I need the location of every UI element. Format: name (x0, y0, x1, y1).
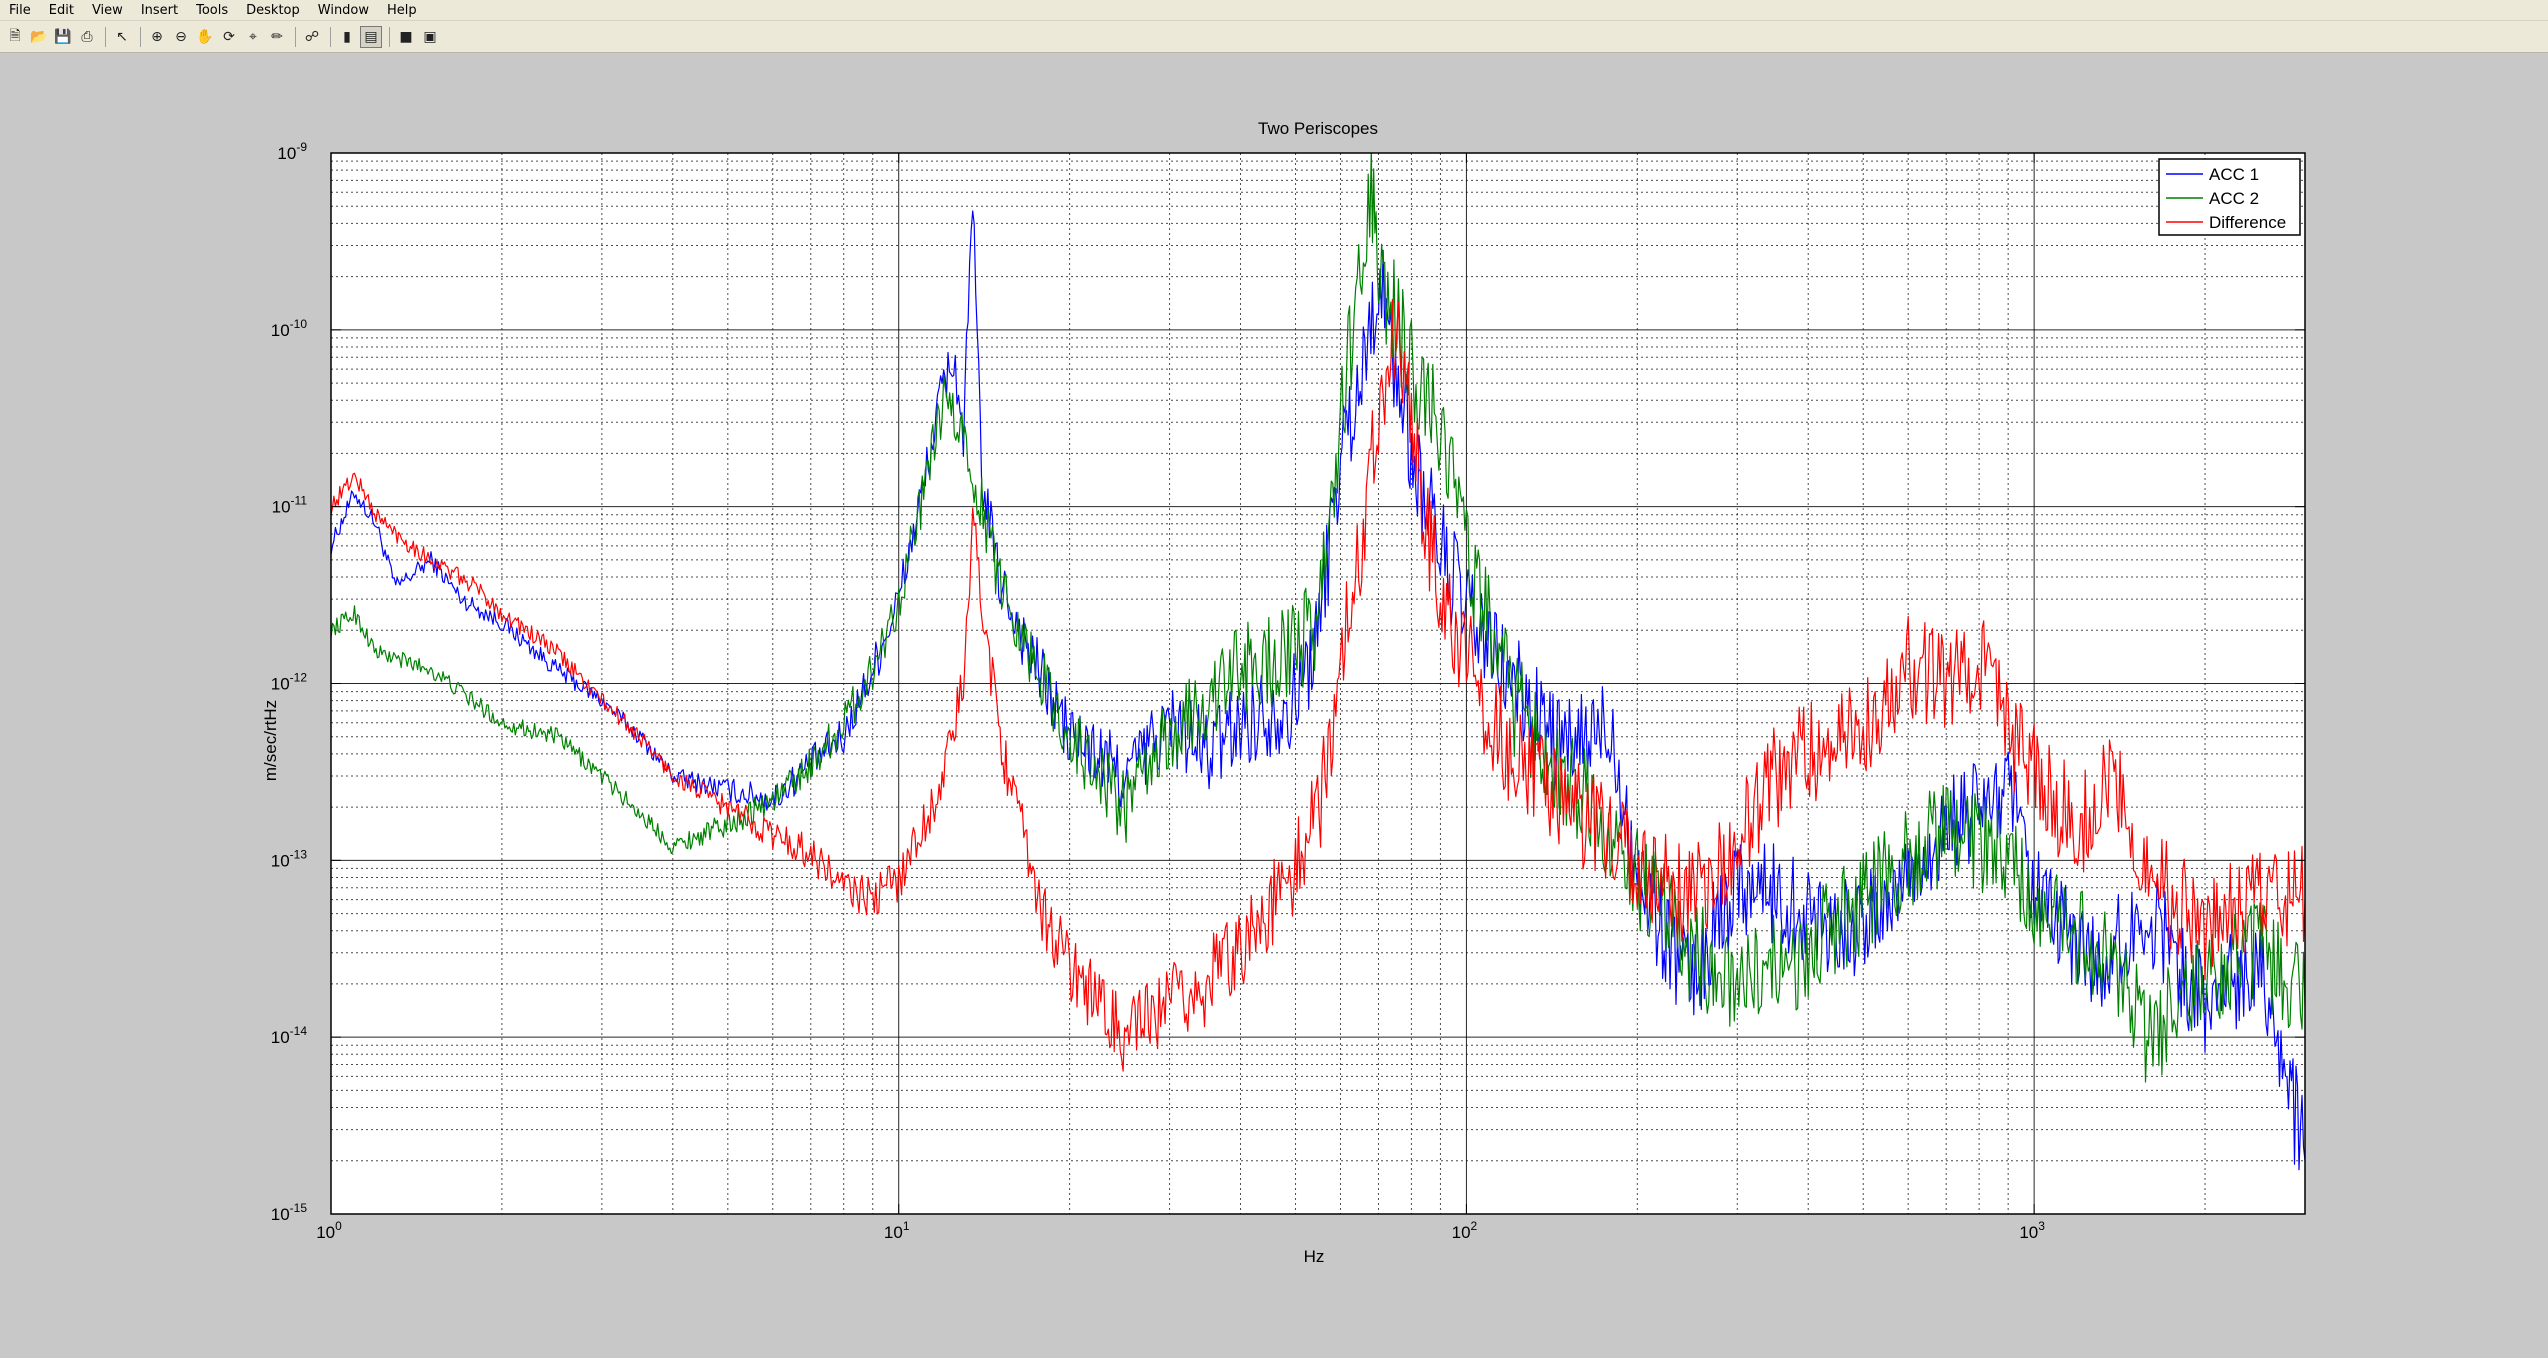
menu-file[interactable]: File (0, 3, 40, 18)
x-axis-label: Hz (1304, 1247, 1325, 1266)
toolbar-separator (295, 26, 296, 47)
print-icon[interactable]: ⎙ (76, 26, 98, 48)
x-tick-label: 103 (2019, 1219, 2045, 1242)
menu-view[interactable]: View (83, 3, 132, 18)
pan-icon[interactable]: ✋ (194, 26, 216, 48)
legend-label: ACC 2 (2209, 189, 2259, 208)
y-tick-label-base: 10 (272, 498, 291, 517)
y-tick-label-exponent: -15 (290, 1201, 308, 1215)
insert-legend-icon[interactable]: ▤ (360, 25, 382, 48)
toolbar-separator (389, 26, 390, 47)
toolbar: 🗎 📂 💾 ⎙ ↖ ⊕ ⊖ ✋ ⟳ ⌖ ✏ ☍ ▮ ▤ ■ ▣ (0, 21, 2548, 53)
toolbar-separator (140, 26, 141, 47)
menu-insert[interactable]: Insert (132, 3, 187, 18)
link-plot-icon[interactable]: ☍ (301, 26, 323, 48)
figure-canvas: 100 101 102 103 10-9 10-10 10-11 10-12 10-13 10-1… (0, 54, 2548, 1358)
save-icon[interactable]: 💾 (52, 26, 74, 48)
x-tick-label-base: 10 (1452, 1223, 1471, 1242)
y-tick-label-base: 10 (271, 1028, 290, 1047)
y-tick-label-exponent: -10 (290, 317, 308, 331)
legend[interactable]: ACC 1 ACC 2 Difference (2158, 158, 2301, 236)
zoom-out-icon[interactable]: ⊖ (170, 26, 192, 48)
chart-title: Two Periscopes (1258, 119, 1378, 138)
hide-plot-tools-icon[interactable]: ■ (395, 26, 417, 48)
show-plot-tools-icon[interactable]: ▣ (419, 26, 441, 48)
x-tick-label: 101 (884, 1219, 910, 1242)
y-tick-label: 10-15 (271, 1201, 308, 1224)
toolbar-separator (330, 26, 331, 47)
y-tick-label: 10-9 (277, 140, 307, 163)
menu-help[interactable]: Help (378, 3, 426, 18)
x-tick-label-base: 10 (884, 1223, 903, 1242)
open-file-icon[interactable]: 📂 (28, 26, 50, 48)
x-tick-label-base: 10 (2019, 1223, 2038, 1242)
y-tick-label-base: 10 (271, 675, 290, 694)
rotate-3d-icon[interactable]: ⟳ (218, 26, 240, 48)
x-tick-label-exponent: 1 (903, 1219, 910, 1233)
y-tick-label: 10-14 (271, 1024, 308, 1047)
y-tick-label-base: 10 (271, 321, 290, 340)
y-axis-label: m/sec/rtHz (261, 700, 280, 781)
y-tick-label-base: 10 (271, 1205, 290, 1224)
legend-label: ACC 1 (2209, 165, 2259, 184)
y-tick-label: 10-11 (272, 494, 308, 517)
insert-colorbar-icon[interactable]: ▮ (336, 26, 358, 48)
x-tick-label-base: 10 (316, 1223, 335, 1242)
y-tick-label: 10-13 (271, 847, 308, 870)
y-tick-label-exponent: -12 (290, 671, 308, 685)
legend-label: Difference (2209, 213, 2286, 232)
menu-tools[interactable]: Tools (187, 3, 237, 18)
x-tick-label-exponent: 0 (335, 1219, 342, 1233)
menu-edit[interactable]: Edit (40, 3, 83, 18)
y-tick-label: 10-10 (271, 317, 308, 340)
y-tick-label-exponent: -9 (296, 140, 307, 154)
edit-plot-icon[interactable]: ↖ (111, 26, 133, 48)
x-tick-label-exponent: 2 (1471, 1219, 1478, 1233)
new-figure-icon[interactable]: 🗎 (4, 26, 26, 48)
y-tick-label-base: 10 (277, 144, 296, 163)
y-tick-label-exponent: -11 (291, 494, 308, 508)
x-tick-label: 102 (1452, 1219, 1478, 1242)
data-cursor-icon[interactable]: ⌖ (242, 26, 264, 48)
menu-desktop[interactable]: Desktop (237, 3, 309, 18)
y-tick-label-exponent: -13 (290, 847, 308, 861)
toolbar-separator (105, 26, 106, 47)
x-tick-label-exponent: 3 (2038, 1219, 2045, 1233)
chart: 100 101 102 10310-910-1010-1110-1210-1310-1… (261, 119, 2306, 1266)
brush-icon[interactable]: ✏ (266, 26, 288, 48)
x-tick-label: 100 (316, 1219, 342, 1242)
y-tick-label-exponent: -14 (290, 1024, 308, 1038)
y-tick-label-base: 10 (271, 851, 290, 870)
zoom-in-icon[interactable]: ⊕ (146, 26, 168, 48)
menu-bar: File Edit View Insert Tools Desktop Window Help (0, 0, 2548, 21)
y-tick-label: 10-12 (271, 671, 308, 694)
menu-window[interactable]: Window (309, 3, 378, 18)
